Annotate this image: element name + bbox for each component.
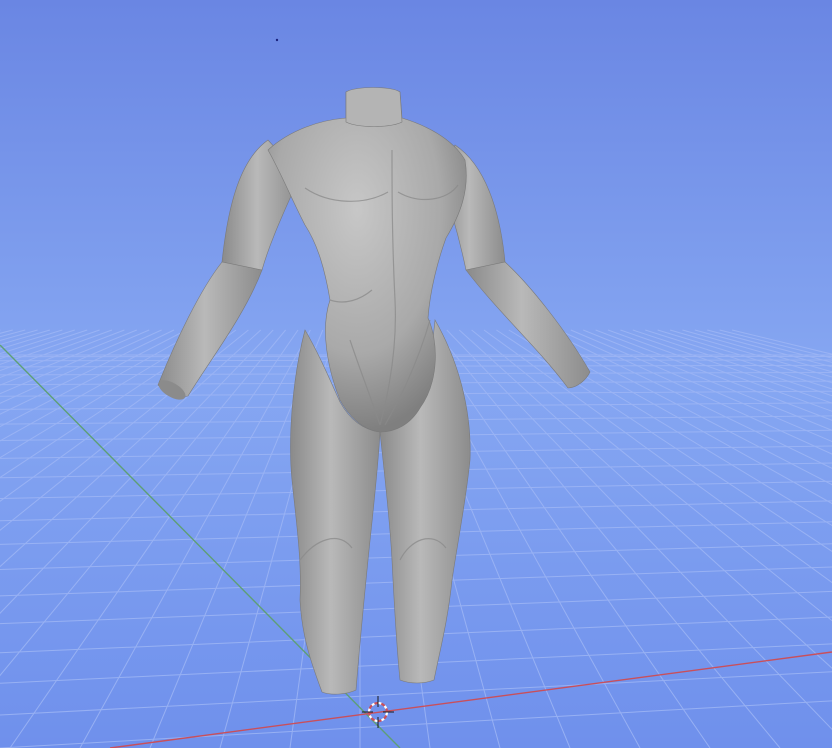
origin-dot — [275, 38, 279, 42]
viewport-canvas[interactable] — [0, 0, 832, 748]
3d-viewport[interactable] — [0, 0, 832, 748]
neck[interactable] — [345, 87, 403, 127]
